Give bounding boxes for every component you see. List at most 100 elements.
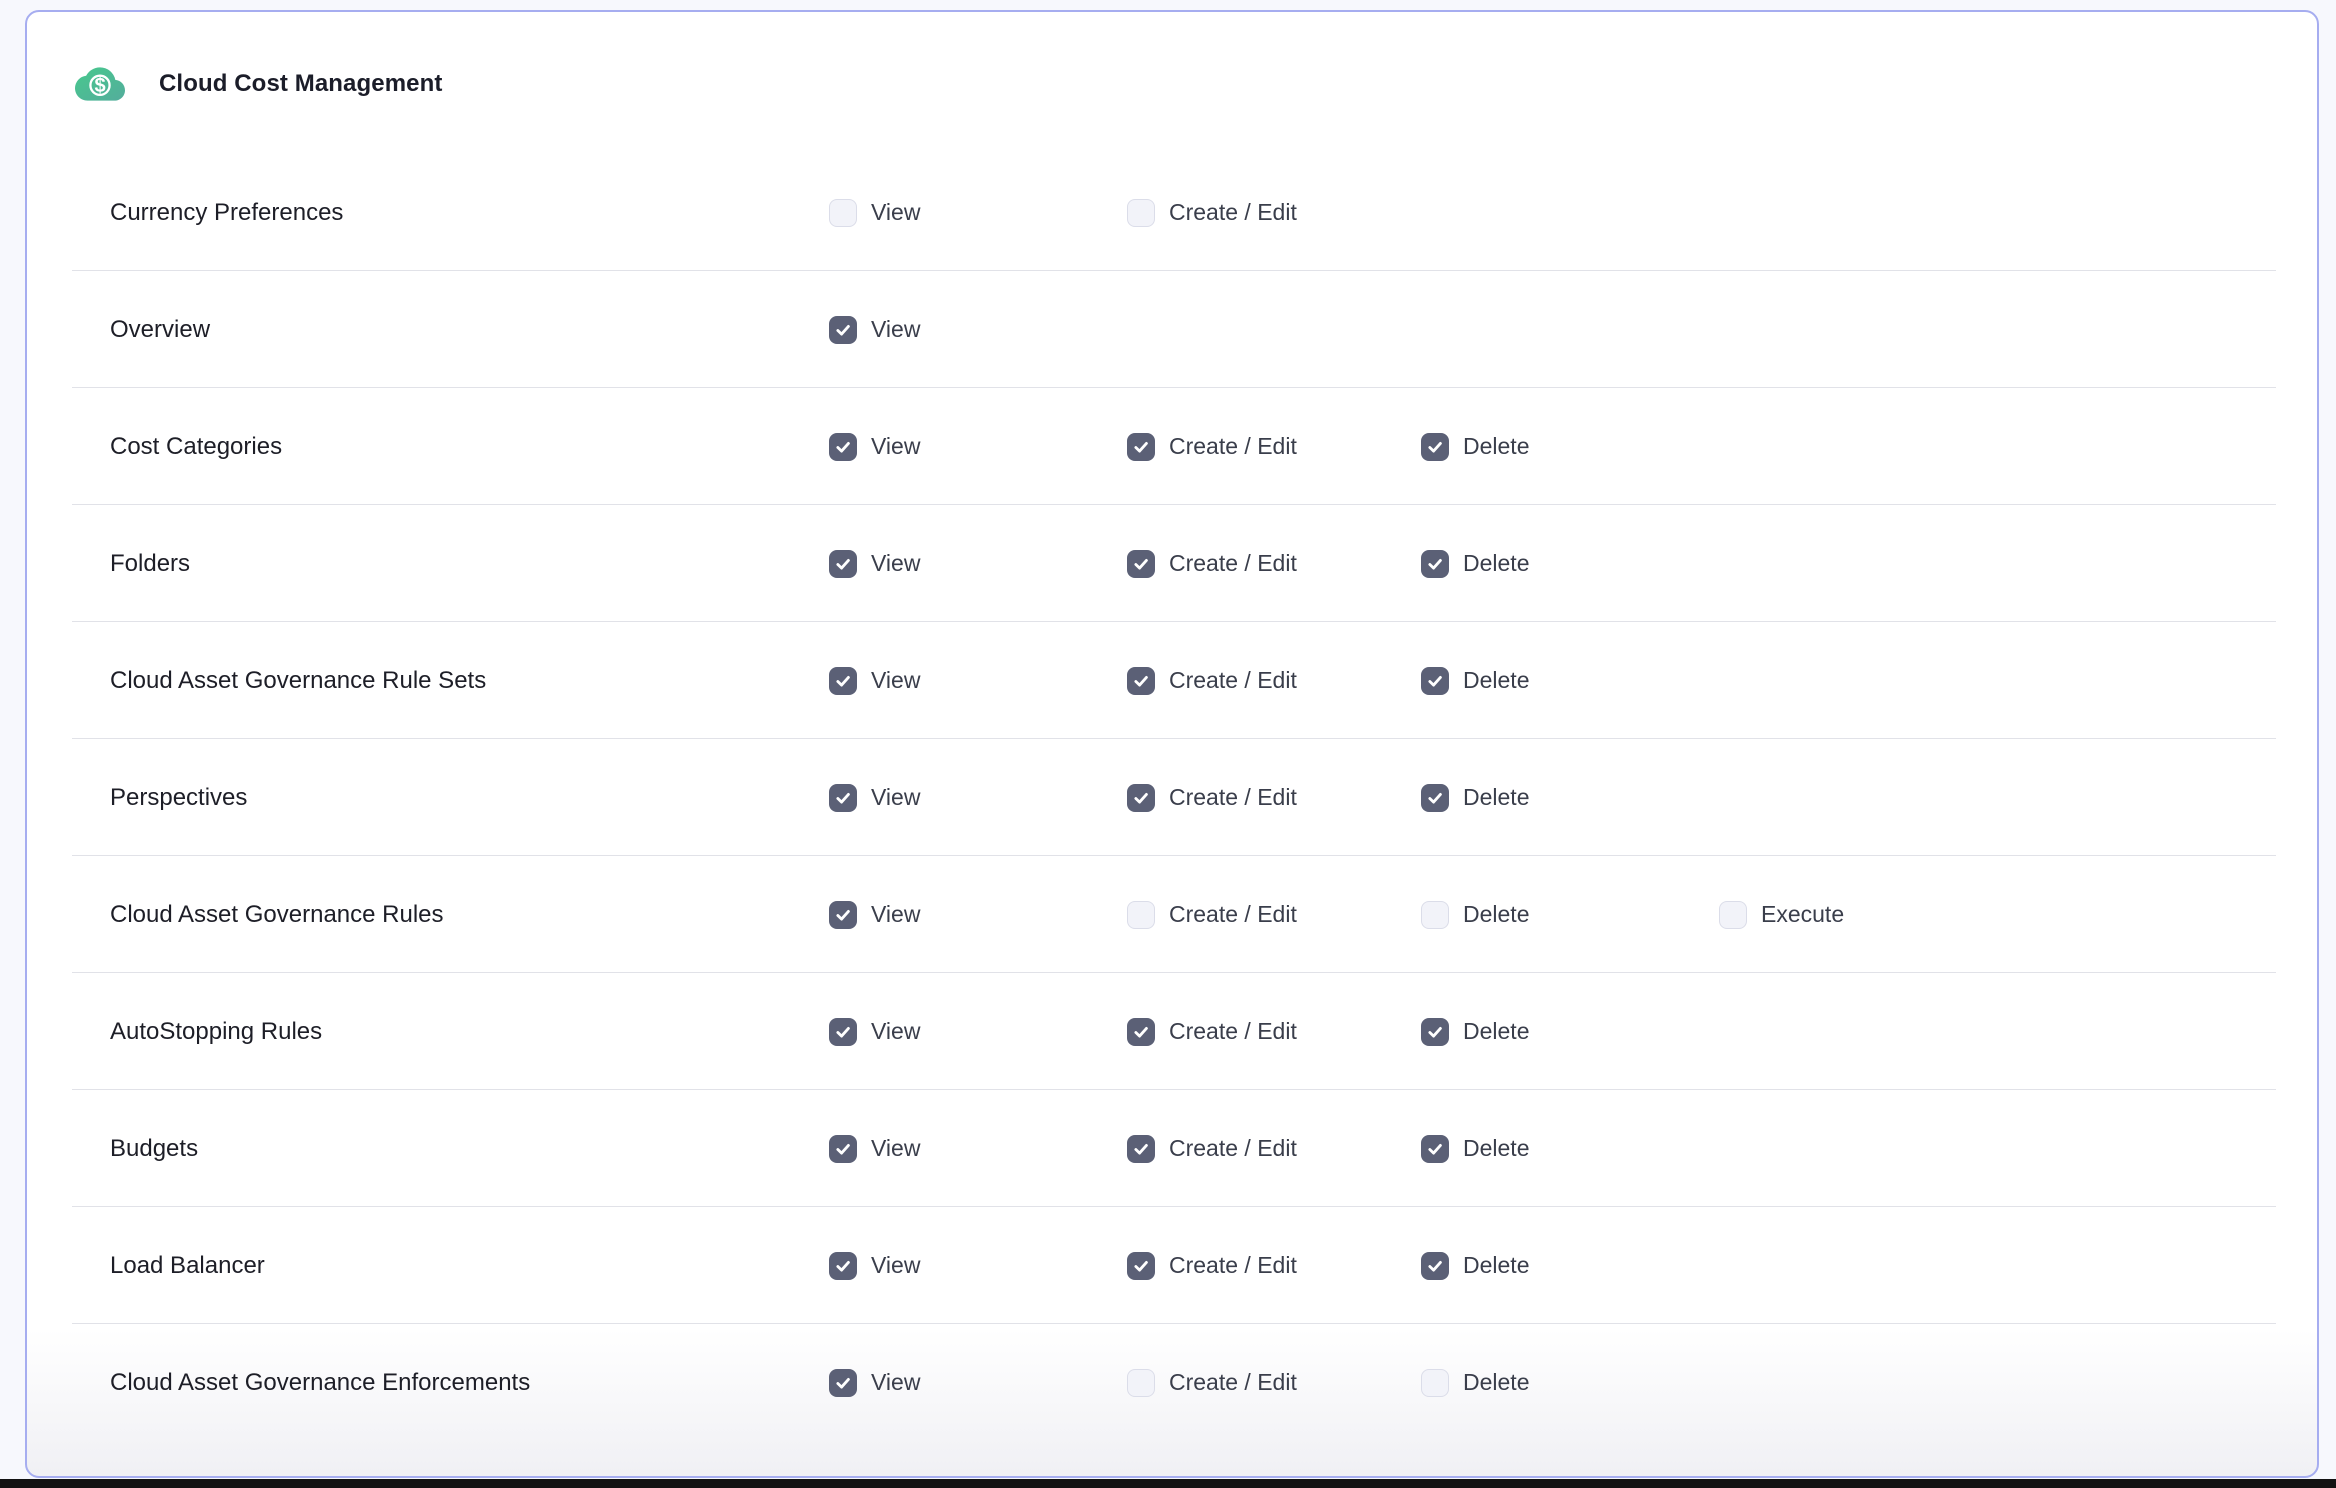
delete-checkbox-checked[interactable] xyxy=(1421,1135,1449,1163)
permission-view: View xyxy=(829,550,920,578)
permission-label: View xyxy=(871,433,920,460)
permission-delete: Delete xyxy=(1421,667,1529,695)
permission-create-edit: Create / Edit xyxy=(1127,433,1297,461)
permission-create-edit: Create / Edit xyxy=(1127,1018,1297,1046)
permission-delete: Delete xyxy=(1421,1018,1529,1046)
permission-label: Delete xyxy=(1463,901,1529,928)
permission-create-edit: Create / Edit xyxy=(1127,901,1297,929)
permission-label: Delete xyxy=(1463,1135,1529,1162)
permission-view: View xyxy=(829,1135,920,1163)
resource-label: Budgets xyxy=(110,1135,198,1163)
permissions-card: $ Cloud Cost Management Currency Prefere… xyxy=(25,10,2319,1478)
permission-label: Delete xyxy=(1463,667,1529,694)
resource-label: Cloud Asset Governance Rules xyxy=(110,901,444,929)
permission-label: Create / Edit xyxy=(1169,550,1297,577)
resource-label: Overview xyxy=(110,316,210,344)
cloud-dollar-icon: $ xyxy=(75,62,125,106)
permission-label: Create / Edit xyxy=(1169,784,1297,811)
execute-checkbox-unchecked[interactable] xyxy=(1719,901,1747,929)
view-checkbox-checked[interactable] xyxy=(829,1369,857,1397)
delete-checkbox-checked[interactable] xyxy=(1421,1252,1449,1280)
delete-checkbox-unchecked[interactable] xyxy=(1421,1369,1449,1397)
permission-view: View xyxy=(829,1018,920,1046)
permission-label: Create / Edit xyxy=(1169,667,1297,694)
view-checkbox-checked[interactable] xyxy=(829,1018,857,1046)
permission-view: View xyxy=(829,1369,920,1397)
create-edit-checkbox-checked[interactable] xyxy=(1127,667,1155,695)
permission-label: View xyxy=(871,1135,920,1162)
permission-label: View xyxy=(871,199,920,226)
permission-view: View xyxy=(829,199,920,227)
create-edit-checkbox-checked[interactable] xyxy=(1127,1135,1155,1163)
permission-label: Delete xyxy=(1463,784,1529,811)
permission-row: Overview View xyxy=(27,271,2317,388)
create-edit-checkbox-checked[interactable] xyxy=(1127,1018,1155,1046)
permission-row: Load BalancerViewCreate / EditDelete xyxy=(27,1207,2317,1324)
permission-label: Create / Edit xyxy=(1169,901,1297,928)
permission-delete: Delete xyxy=(1421,1369,1529,1397)
permission-row: AutoStopping RulesViewCreate / EditDelet… xyxy=(27,973,2317,1090)
resource-label: Folders xyxy=(110,550,190,578)
create-edit-checkbox-checked[interactable] xyxy=(1127,784,1155,812)
svg-text:$: $ xyxy=(94,75,105,97)
resource-label: Perspectives xyxy=(110,784,247,812)
permission-label: Create / Edit xyxy=(1169,1018,1297,1045)
permission-delete: Delete xyxy=(1421,1252,1529,1280)
view-checkbox-unchecked[interactable] xyxy=(829,199,857,227)
permission-create-edit: Create / Edit xyxy=(1127,1369,1297,1397)
permission-label: Create / Edit xyxy=(1169,199,1297,226)
view-checkbox-checked[interactable] xyxy=(829,667,857,695)
permission-create-edit: Create / Edit xyxy=(1127,1252,1297,1280)
permission-label: Create / Edit xyxy=(1169,433,1297,460)
permission-delete: Delete xyxy=(1421,433,1529,461)
permission-create-edit: Create / Edit xyxy=(1127,199,1297,227)
permission-label: Create / Edit xyxy=(1169,1135,1297,1162)
permission-row: Folders View Create / Edit Delete xyxy=(27,505,2317,622)
view-checkbox-checked[interactable] xyxy=(829,901,857,929)
view-checkbox-checked[interactable] xyxy=(829,550,857,578)
create-edit-checkbox-checked[interactable] xyxy=(1127,433,1155,461)
create-edit-checkbox-unchecked[interactable] xyxy=(1127,901,1155,929)
permission-label: View xyxy=(871,1369,920,1396)
permission-row: Cloud Asset Governance Enforcements View C… xyxy=(27,1324,2317,1441)
view-checkbox-checked[interactable] xyxy=(829,433,857,461)
permission-label: Delete xyxy=(1463,550,1529,577)
delete-checkbox-checked[interactable] xyxy=(1421,550,1449,578)
permission-view: View xyxy=(829,316,920,344)
view-checkbox-checked[interactable] xyxy=(829,1135,857,1163)
permission-label: Delete xyxy=(1463,1252,1529,1279)
permission-row: Cost Categories View Create / Edit Delete xyxy=(27,388,2317,505)
permission-delete: Delete xyxy=(1421,550,1529,578)
create-edit-checkbox-unchecked[interactable] xyxy=(1127,199,1155,227)
view-checkbox-checked[interactable] xyxy=(829,784,857,812)
permission-create-edit: Create / Edit xyxy=(1127,550,1297,578)
create-edit-checkbox-unchecked[interactable] xyxy=(1127,1369,1155,1397)
delete-checkbox-checked[interactable] xyxy=(1421,667,1449,695)
resource-label: Cost Categories xyxy=(110,433,282,461)
permission-create-edit: Create / Edit xyxy=(1127,1135,1297,1163)
permission-delete: Delete xyxy=(1421,901,1529,929)
bottom-edge-bar xyxy=(0,1479,2336,1488)
permission-label: View xyxy=(871,667,920,694)
permission-row: Currency PreferencesViewCreate / Edit xyxy=(27,154,2317,271)
permission-label: Create / Edit xyxy=(1169,1369,1297,1396)
permission-delete: Delete xyxy=(1421,784,1529,812)
delete-checkbox-checked[interactable] xyxy=(1421,1018,1449,1046)
permission-create-edit: Create / Edit xyxy=(1127,784,1297,812)
permission-view: View xyxy=(829,667,920,695)
create-edit-checkbox-checked[interactable] xyxy=(1127,550,1155,578)
permission-view: View xyxy=(829,433,920,461)
view-checkbox-checked[interactable] xyxy=(829,1252,857,1280)
view-checkbox-checked[interactable] xyxy=(829,316,857,344)
permission-row: Cloud Asset Governance RulesViewCreate /… xyxy=(27,856,2317,973)
resource-label: Cloud Asset Governance Enforcements xyxy=(110,1369,530,1397)
create-edit-checkbox-checked[interactable] xyxy=(1127,1252,1155,1280)
delete-checkbox-checked[interactable] xyxy=(1421,784,1449,812)
permission-row: Perspectives View Create / Edit Delete xyxy=(27,739,2317,856)
delete-checkbox-unchecked[interactable] xyxy=(1421,901,1449,929)
delete-checkbox-checked[interactable] xyxy=(1421,433,1449,461)
permission-label: Delete xyxy=(1463,1018,1529,1045)
permission-view: View xyxy=(829,1252,920,1280)
permission-view: View xyxy=(829,784,920,812)
permission-create-edit: Create / Edit xyxy=(1127,667,1297,695)
